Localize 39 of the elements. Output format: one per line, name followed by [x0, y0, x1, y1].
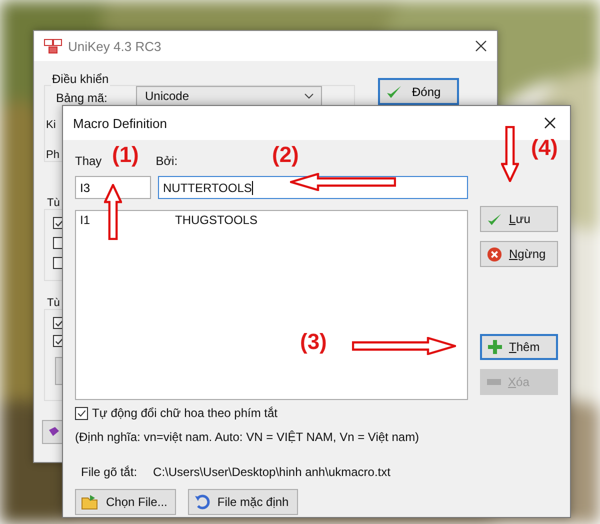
- field-label: Bởi:: [156, 154, 178, 168]
- group-label: Tù: [47, 297, 60, 309]
- annotation-number: (2): [272, 142, 299, 168]
- file-label: File gõ tắt:: [81, 465, 138, 479]
- default-file-button[interactable]: File mặc định: [188, 489, 298, 515]
- field-label: Thay: [75, 154, 102, 168]
- cancel-button[interactable]: Ngừng: [480, 241, 558, 267]
- charset-dropdown[interactable]: Unicode: [136, 86, 322, 106]
- close-icon[interactable]: [475, 40, 487, 52]
- book-icon: [48, 426, 60, 438]
- group-label: Tù: [47, 197, 60, 209]
- group-label: Điều khiển: [51, 72, 110, 86]
- check-icon: [386, 84, 402, 100]
- checkbox[interactable]: Tự động đổi chữ hoa theo phím tắt: [75, 406, 468, 420]
- plus-icon: [488, 340, 502, 354]
- choose-file-button[interactable]: Chọn File...: [75, 489, 176, 515]
- minus-icon: [487, 379, 501, 385]
- input-field[interactable]: I3: [75, 176, 151, 199]
- annotation-number: (4): [531, 135, 558, 161]
- close-icon[interactable]: [544, 117, 556, 129]
- close-button[interactable]: Đóng: [378, 78, 459, 105]
- list-item[interactable]: I1 THUGSTOOLS: [78, 212, 465, 228]
- check-icon: [487, 212, 502, 226]
- option-label: Ki: [46, 119, 56, 131]
- window-title: UniKey 4.3 RC3: [68, 38, 162, 54]
- file-path: C:\Users\User\Desktop\hinh anh\ukmacro.txt: [153, 465, 390, 479]
- folder-icon: [81, 494, 99, 510]
- undo-icon: [194, 494, 210, 510]
- dialog-title: Macro Definition: [73, 116, 167, 130]
- cancel-icon: [487, 246, 502, 262]
- annotation-number: (3): [300, 329, 327, 355]
- note-text: (Định nghĩa: vn=việt nam. Auto: VN = VIỆT NAM, Vn = Việt nam): [75, 430, 420, 444]
- charset-label: Bảng mã:: [56, 91, 108, 105]
- option-label: Ph: [46, 149, 60, 161]
- chevron-down-icon: [304, 93, 314, 99]
- save-button[interactable]: Lưu: [480, 206, 558, 232]
- add-button[interactable]: Thêm: [480, 334, 558, 360]
- annotation-number: (1): [112, 142, 139, 168]
- keyboard-icon: [44, 38, 62, 54]
